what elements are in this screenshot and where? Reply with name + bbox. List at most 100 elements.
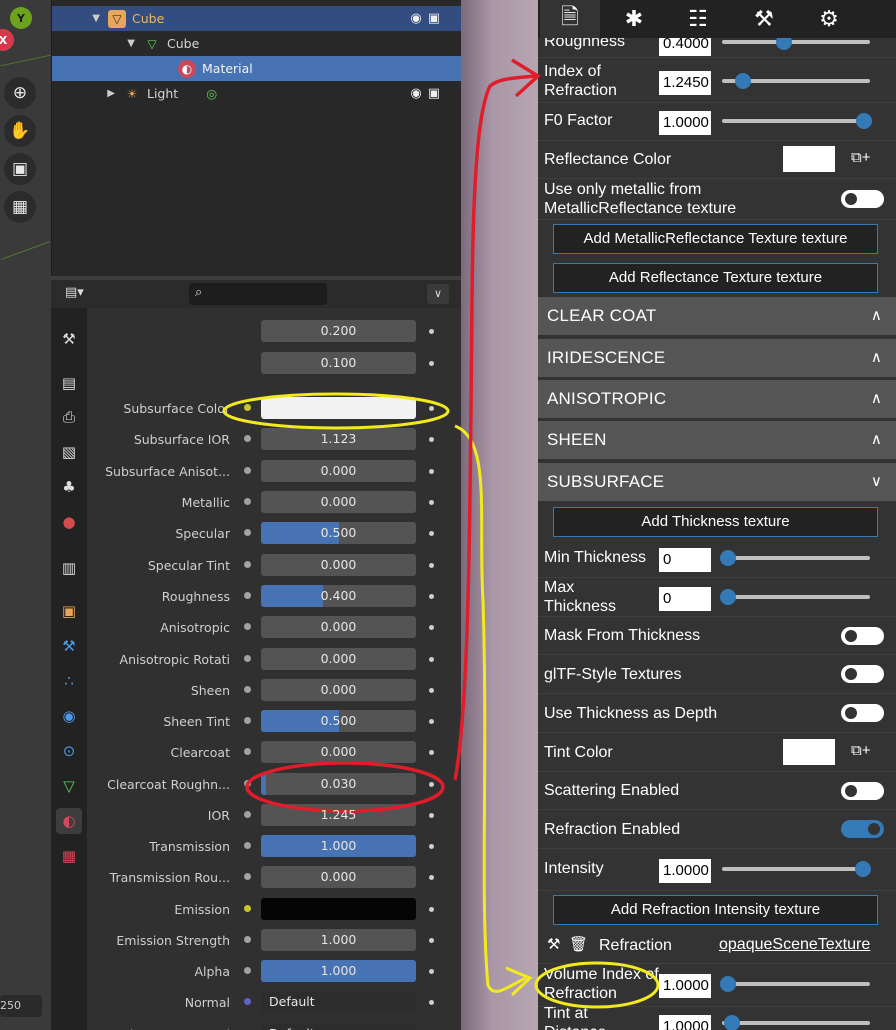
material-tab-icon[interactable]: ◐ (56, 808, 82, 834)
socket-icon[interactable] (244, 873, 251, 880)
socket-icon[interactable] (244, 780, 251, 787)
expand-arrow-icon[interactable]: ▼ (52, 38, 143, 49)
constraints-tab-icon[interactable]: ⊙ (56, 738, 82, 764)
ior-input[interactable]: 1.2450 (659, 71, 711, 95)
socket-icon[interactable] (244, 717, 251, 724)
color-swatch[interactable] (261, 898, 416, 920)
keyframe-dot-icon[interactable] (429, 938, 434, 943)
view-layer-tab-icon[interactable]: ▧ (56, 439, 82, 465)
chevron-down-icon[interactable]: ∨ (427, 284, 449, 304)
tool-tab-icon[interactable]: ⚒ (56, 326, 82, 352)
value-field[interactable]: 0.000 (261, 866, 416, 888)
enum-field[interactable]: Default (261, 991, 416, 1013)
socket-icon[interactable] (244, 529, 251, 536)
scene-tab-icon[interactable]: ♣ (56, 474, 82, 500)
value-field[interactable]: 0.500 (261, 522, 416, 544)
add-refraction-intensity-button[interactable]: Add Refraction Intensity texture (553, 895, 878, 925)
ior-slider-knob[interactable] (735, 73, 752, 89)
keyframe-dot-icon[interactable] (429, 361, 434, 366)
object-tab-icon[interactable]: ▣ (56, 598, 82, 624)
socket-icon[interactable] (244, 998, 251, 1005)
camera-icon[interactable]: ▣ (4, 153, 36, 185)
expand-arrow-icon[interactable]: ▶ (52, 88, 123, 99)
refraction-texture-link[interactable]: opaqueSceneTexture (719, 936, 870, 954)
particles-tab-icon[interactable]: ∴ (56, 668, 82, 694)
value-field[interactable]: 1.000 (261, 929, 416, 951)
grid-icon[interactable]: ▦ (4, 191, 36, 223)
min-thickness-input[interactable]: 0 (659, 548, 711, 572)
mesh-data-tab-icon[interactable]: ▽ (56, 773, 82, 799)
keyframe-dot-icon[interactable] (429, 719, 434, 724)
socket-icon[interactable] (244, 686, 251, 693)
value-field[interactable]: 0.400 (261, 585, 416, 607)
keyframe-dot-icon[interactable] (429, 844, 434, 849)
socket-icon[interactable] (244, 748, 251, 755)
value-field[interactable]: 0.100 (261, 352, 416, 374)
socket-icon[interactable] (244, 842, 251, 849)
wrench-icon[interactable]: ⚒ (734, 0, 794, 38)
value-field[interactable]: 1.245 (261, 804, 416, 826)
f0-input[interactable]: 1.0000 (659, 111, 711, 135)
add-thickness-button[interactable]: Add Thickness texture (553, 507, 878, 537)
section-subsurface[interactable]: SUBSURFACE ∨ (538, 463, 896, 501)
max-thickness-slider[interactable] (720, 589, 870, 605)
scattering-toggle[interactable] (841, 782, 884, 800)
expand-arrow-icon[interactable]: ▼ (52, 13, 108, 24)
section-iridescence[interactable]: IRIDESCENCE ∧ (538, 339, 896, 377)
tint-color-swatch[interactable] (783, 739, 835, 765)
keyframe-dot-icon[interactable] (429, 329, 434, 334)
eye-icon[interactable]: ◉▣ (410, 11, 446, 26)
add-reflectance-button[interactable]: Add Reflectance Texture texture (553, 263, 878, 293)
keyframe-dot-icon[interactable] (429, 437, 434, 442)
section-anisotropic[interactable]: ANISOTROPIC ∧ (538, 380, 896, 418)
keyframe-dot-icon[interactable] (429, 625, 434, 630)
outliner-row-light[interactable]: ▶ ☀ Light ◎ ◉▣ (52, 81, 462, 106)
editor-type-icon[interactable]: ▤▾ (65, 285, 99, 303)
chart-icon[interactable]: ☷ (668, 0, 728, 38)
enum-field[interactable]: Default (261, 1023, 416, 1030)
bug-icon[interactable]: ✱ (604, 0, 664, 38)
mask-from-thickness-toggle[interactable] (841, 627, 884, 645)
socket-icon[interactable] (244, 936, 251, 943)
modifier-tab-icon[interactable]: ⚒ (56, 633, 82, 659)
gizmo-y-axis[interactable]: Y (10, 7, 32, 29)
outliner-row-cube-object[interactable]: ▼ ▽ Cube ◉▣ (52, 6, 462, 31)
value-field[interactable]: 0.000 (261, 616, 416, 638)
eye-icon[interactable]: ◉▣ (410, 86, 446, 101)
value-field[interactable]: 0.200 (261, 320, 416, 342)
keyframe-dot-icon[interactable] (429, 563, 434, 568)
thickness-as-depth-toggle[interactable] (841, 704, 884, 722)
keyframe-dot-icon[interactable] (429, 813, 434, 818)
socket-icon[interactable] (244, 811, 251, 818)
keyframe-dot-icon[interactable] (429, 688, 434, 693)
world-tab-icon[interactable]: ● (56, 509, 82, 535)
copy-add-icon[interactable]: ⧉+ (851, 149, 870, 166)
socket-icon[interactable] (244, 592, 251, 599)
socket-icon[interactable] (244, 623, 251, 630)
value-field[interactable]: 0.000 (261, 741, 416, 763)
metallic-only-toggle[interactable] (841, 190, 884, 208)
tint-distance-input[interactable]: 1.0000 (659, 1015, 711, 1030)
intensity-slider[interactable] (722, 861, 871, 877)
keyframe-dot-icon[interactable] (429, 750, 434, 755)
value-field[interactable]: 0.000 (261, 554, 416, 576)
value-field[interactable]: 0.000 (261, 679, 416, 701)
keyframe-dot-icon[interactable] (429, 875, 434, 880)
keyframe-dot-icon[interactable] (429, 469, 434, 474)
3d-viewport[interactable]: Y X ⊕ ✋ ▣ ▦ 250 (0, 0, 51, 1030)
keyframe-dot-icon[interactable] (429, 594, 434, 599)
f0-slider[interactable] (722, 113, 872, 129)
max-thickness-input[interactable]: 0 (659, 587, 711, 611)
volume-ior-slider[interactable] (720, 976, 870, 992)
refraction-enabled-toggle[interactable] (841, 820, 884, 838)
volume-ior-input[interactable]: 1.0000 (659, 974, 711, 998)
color-swatch[interactable] (261, 397, 416, 419)
socket-icon[interactable] (244, 435, 251, 442)
value-field[interactable]: 0.000 (261, 648, 416, 670)
outliner-row-cube-mesh[interactable]: ▼ ▽ Cube (52, 31, 462, 56)
tint-distance-slider[interactable] (722, 1015, 870, 1030)
render-tab-icon[interactable]: ▤ (56, 370, 82, 396)
gear-icon[interactable]: ⚙ (799, 0, 859, 38)
copy-add-icon[interactable]: ⧉+ (851, 742, 870, 759)
search-input[interactable]: ⌕ (189, 283, 327, 305)
